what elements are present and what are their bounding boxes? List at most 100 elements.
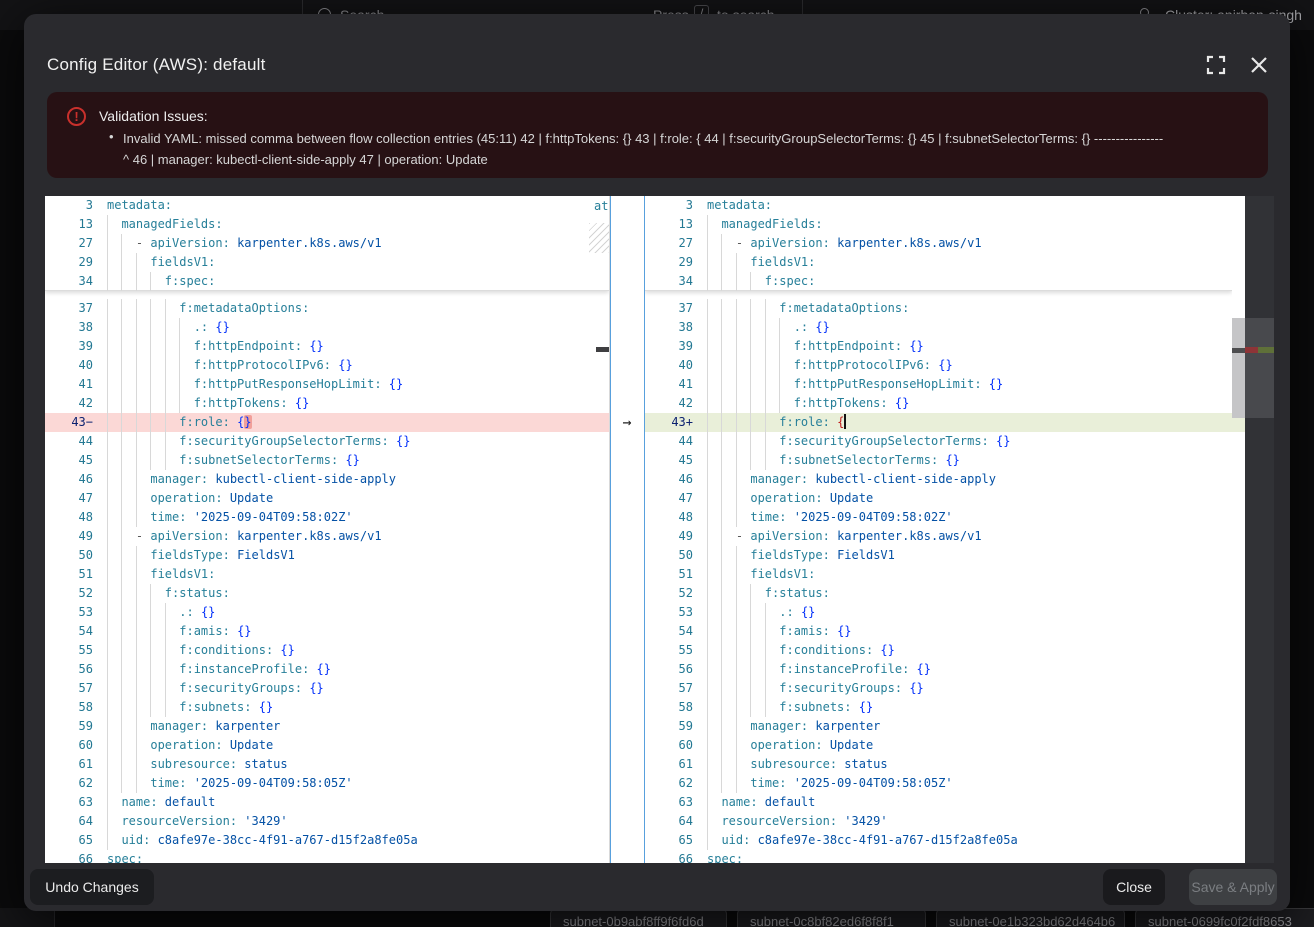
- code-text[interactable]: f:conditions: {}: [707, 641, 1232, 660]
- diff-line[interactable]: 45 f:subnetSelectorTerms: {}: [45, 451, 609, 470]
- code-text[interactable]: f:httpEndpoint: {}: [107, 337, 609, 356]
- code-text[interactable]: fieldsType: FieldsV1: [107, 546, 609, 565]
- code-text[interactable]: fieldsV1:: [707, 565, 1232, 584]
- code-text[interactable]: .: {}: [707, 603, 1232, 622]
- code-text[interactable]: f:httpProtocolIPv6: {}: [107, 356, 609, 375]
- code-text[interactable]: - apiVersion: karpenter.k8s.aws/v1: [107, 234, 609, 253]
- code-text[interactable]: time: '2025-09-04T09:58:02Z': [107, 508, 609, 527]
- code-text[interactable]: uid: c8afe97e-38cc-4f91-a767-d15f2a8fe05…: [107, 831, 609, 850]
- code-text[interactable]: f:securityGroupSelectorTerms: {}: [107, 432, 609, 451]
- diff-line[interactable]: 42 f:httpTokens: {}: [645, 394, 1232, 413]
- diff-line[interactable]: 41 f:httpPutResponseHopLimit: {}: [45, 375, 609, 394]
- diff-line[interactable]: 57 f:securityGroups: {}: [45, 679, 609, 698]
- code-text[interactable]: f:httpEndpoint: {}: [707, 337, 1232, 356]
- diff-line[interactable]: 52 f:status:: [645, 584, 1232, 603]
- code-text[interactable]: subresource: status: [107, 755, 609, 774]
- sticky-line[interactable]: 13 managedFields:: [45, 215, 609, 234]
- diff-line[interactable]: 50 fieldsType: FieldsV1: [645, 546, 1232, 565]
- diff-line[interactable]: 58 f:subnets: {}: [45, 698, 609, 717]
- diff-line[interactable]: 51 fieldsV1:: [45, 565, 609, 584]
- code-text[interactable]: fieldsV1:: [707, 253, 1232, 272]
- diff-line[interactable]: 55 f:conditions: {}: [645, 641, 1232, 660]
- diff-line[interactable]: 63 name: default: [45, 793, 609, 812]
- code-text[interactable]: operation: Update: [107, 489, 609, 508]
- diff-line[interactable]: 57 f:securityGroups: {}: [645, 679, 1232, 698]
- code-text[interactable]: - apiVersion: karpenter.k8s.aws/v1: [707, 234, 1232, 253]
- diff-line[interactable]: 38 .: {}: [645, 318, 1232, 337]
- diff-line[interactable]: 44 f:securityGroupSelectorTerms: {}: [645, 432, 1232, 451]
- code-text[interactable]: metadata:: [707, 196, 1232, 215]
- diff-line[interactable]: 63 name: default: [645, 793, 1232, 812]
- code-text[interactable]: f:instanceProfile: {}: [707, 660, 1232, 679]
- code-text[interactable]: resourceVersion: '3429': [707, 812, 1232, 831]
- code-text[interactable]: time: '2025-09-04T09:58:02Z': [707, 508, 1232, 527]
- code-text[interactable]: resourceVersion: '3429': [107, 812, 609, 831]
- diff-line[interactable]: 39 f:httpEndpoint: {}: [645, 337, 1232, 356]
- code-text[interactable]: name: default: [707, 793, 1232, 812]
- diff-line[interactable]: 56 f:instanceProfile: {}: [645, 660, 1232, 679]
- diff-line[interactable]: 58 f:subnets: {}: [645, 698, 1232, 717]
- save-apply-button[interactable]: Save & Apply: [1189, 869, 1277, 905]
- sticky-line[interactable]: 27 - apiVersion: karpenter.k8s.aws/v1: [45, 234, 609, 253]
- diff-line[interactable]: 64 resourceVersion: '3429': [45, 812, 609, 831]
- code-text[interactable]: f:instanceProfile: {}: [107, 660, 609, 679]
- code-text[interactable]: operation: Update: [707, 736, 1232, 755]
- diff-line[interactable]: 61 subresource: status: [645, 755, 1232, 774]
- code-text[interactable]: uid: c8afe97e-38cc-4f91-a767-d15f2a8fe05…: [707, 831, 1232, 850]
- diff-overview-ruler[interactable]: [1245, 196, 1274, 863]
- code-text[interactable]: f:subnetSelectorTerms: {}: [707, 451, 1232, 470]
- sticky-line[interactable]: 3metadata:: [645, 196, 1232, 215]
- code-text[interactable]: f:spec:: [707, 272, 1232, 291]
- sticky-line[interactable]: 13 managedFields:: [645, 215, 1232, 234]
- sticky-line[interactable]: 29 fieldsV1:: [645, 253, 1232, 272]
- sticky-line[interactable]: 34 f:spec:: [45, 272, 609, 291]
- diff-line[interactable]: 41 f:httpPutResponseHopLimit: {}: [645, 375, 1232, 394]
- code-text[interactable]: f:status:: [707, 584, 1232, 603]
- code-text[interactable]: fieldsType: FieldsV1: [707, 546, 1232, 565]
- code-text[interactable]: f:httpPutResponseHopLimit: {}: [107, 375, 609, 394]
- code-text[interactable]: manager: karpenter: [107, 717, 609, 736]
- code-text[interactable]: f:subnetSelectorTerms: {}: [107, 451, 609, 470]
- diff-line[interactable]: 47 operation: Update: [45, 489, 609, 508]
- code-text[interactable]: time: '2025-09-04T09:58:05Z': [707, 774, 1232, 793]
- diff-line[interactable]: 39 f:httpEndpoint: {}: [45, 337, 609, 356]
- revert-change-button[interactable]: →: [611, 413, 643, 432]
- code-text[interactable]: .: {}: [707, 318, 1232, 337]
- diff-line[interactable]: 48 time: '2025-09-04T09:58:02Z': [45, 508, 609, 527]
- diff-line[interactable]: 40 f:httpProtocolIPv6: {}: [645, 356, 1232, 375]
- diff-line[interactable]: 61 subresource: status: [45, 755, 609, 774]
- diff-pane-original[interactable]: at 3metadata:13 managedFields:27 - apiVe…: [45, 196, 610, 863]
- diff-line[interactable]: 52 f:status:: [45, 584, 609, 603]
- code-text[interactable]: f:httpTokens: {}: [707, 394, 1232, 413]
- code-text[interactable]: f:amis: {}: [707, 622, 1232, 641]
- code-text[interactable]: f:amis: {}: [107, 622, 609, 641]
- sticky-scroll[interactable]: 3metadata:13 managedFields:27 - apiVersi…: [45, 196, 609, 291]
- code-rows[interactable]: 37 f:metadataOptions:38 .: {}39 f:httpEn…: [645, 299, 1232, 863]
- code-text[interactable]: f:conditions: {}: [107, 641, 609, 660]
- diff-line[interactable]: 59 manager: karpenter: [45, 717, 609, 736]
- diff-line[interactable]: 48 time: '2025-09-04T09:58:02Z': [645, 508, 1232, 527]
- diff-line[interactable]: 53 .: {}: [645, 603, 1232, 622]
- sticky-line[interactable]: 34 f:spec:: [645, 272, 1232, 291]
- diff-line[interactable]: 44 f:securityGroupSelectorTerms: {}: [45, 432, 609, 451]
- code-text[interactable]: - apiVersion: karpenter.k8s.aws/v1: [107, 527, 609, 546]
- code-text[interactable]: subresource: status: [707, 755, 1232, 774]
- sticky-line[interactable]: 3metadata:: [45, 196, 609, 215]
- diff-line[interactable]: 53 .: {}: [45, 603, 609, 622]
- diff-line[interactable]: 43+ f:role: {: [645, 413, 1232, 432]
- diff-line[interactable]: 51 fieldsV1:: [645, 565, 1232, 584]
- code-text[interactable]: time: '2025-09-04T09:58:05Z': [107, 774, 609, 793]
- code-text[interactable]: manager: karpenter: [707, 717, 1232, 736]
- undo-changes-button[interactable]: Undo Changes: [30, 869, 154, 905]
- code-text[interactable]: f:status:: [107, 584, 609, 603]
- code-rows[interactable]: 37 f:metadataOptions:38 .: {}39 f:httpEn…: [45, 299, 609, 863]
- editor-scrollbar[interactable]: [1232, 196, 1245, 863]
- code-text[interactable]: manager: kubectl-client-side-apply: [707, 470, 1232, 489]
- diff-editor[interactable]: at 3metadata:13 managedFields:27 - apiVe…: [45, 196, 1274, 863]
- diff-line[interactable]: 37 f:metadataOptions:: [645, 299, 1232, 318]
- diff-line[interactable]: 54 f:amis: {}: [45, 622, 609, 641]
- code-text[interactable]: name: default: [107, 793, 609, 812]
- code-text[interactable]: f:httpProtocolIPv6: {}: [707, 356, 1232, 375]
- code-text[interactable]: f:securityGroups: {}: [707, 679, 1232, 698]
- diff-line[interactable]: 50 fieldsType: FieldsV1: [45, 546, 609, 565]
